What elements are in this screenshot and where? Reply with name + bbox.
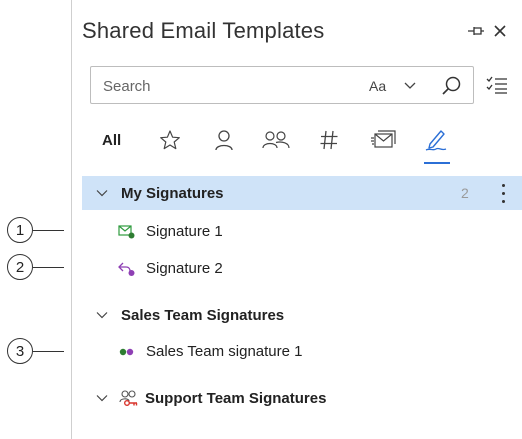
list-item-label: Signature 2 — [146, 259, 223, 277]
more-dot — [501, 191, 505, 195]
chevron-down-icon[interactable] — [403, 78, 417, 92]
tab-templates[interactable] — [370, 122, 396, 158]
checklist-icon — [486, 76, 507, 94]
pane-title: Shared Email Templates — [82, 18, 325, 43]
category-tabs: All — [90, 122, 470, 164]
tab-favorites[interactable] — [158, 122, 182, 158]
hashtag-icon — [320, 130, 338, 150]
signature-icon — [425, 130, 447, 151]
match-case-toggle[interactable]: Aa — [369, 78, 386, 94]
search-options-button[interactable] — [484, 72, 510, 98]
search-icon[interactable] — [441, 75, 463, 97]
group-count: 2 — [461, 185, 469, 201]
more-options-button[interactable] — [496, 181, 510, 205]
chevron-down-icon[interactable] — [96, 309, 108, 321]
search-box: Aa — [90, 66, 474, 104]
template-icon — [371, 130, 396, 148]
list-item-label: Sales Team signature 1 — [146, 342, 303, 360]
tab-my-templates[interactable] — [212, 122, 236, 158]
people-icon — [262, 131, 290, 149]
tab-signatures[interactable] — [424, 122, 450, 158]
list-item-signature-1[interactable]: Signature 1 — [82, 214, 522, 248]
group-my-signatures[interactable]: My Signatures 2 — [82, 176, 522, 210]
callout-marker: 1 — [7, 217, 33, 243]
group-support-team-signatures[interactable]: Support Team Signatures — [82, 381, 522, 415]
callout-marker: 3 — [7, 338, 33, 364]
group-label: Sales Team Signatures — [121, 306, 285, 324]
tab-macros[interactable] — [318, 122, 340, 158]
pin-icon — [468, 27, 484, 35]
reply-signature-icon — [118, 262, 135, 276]
group-label: Support Team Signatures — [145, 389, 327, 407]
callout-marker: 2 — [7, 254, 33, 280]
pin-button[interactable] — [466, 19, 486, 43]
group-label: My Signatures — [121, 184, 224, 202]
more-dot — [501, 183, 505, 187]
shared-team-key-icon — [119, 390, 138, 406]
more-dot — [501, 199, 505, 203]
callout-leader-line — [33, 230, 64, 231]
person-icon — [215, 130, 233, 151]
list-item-signature-2[interactable]: Signature 2 — [82, 251, 522, 285]
chevron-down-icon[interactable] — [96, 187, 108, 199]
tab-team-templates[interactable] — [262, 122, 290, 158]
tab-all[interactable]: All — [102, 122, 121, 158]
list-item-label: Signature 1 — [146, 222, 223, 240]
search-input[interactable] — [103, 75, 353, 97]
list-item-sales-team-signature-1[interactable]: Sales Team signature 1 — [82, 334, 522, 368]
pane-left-border — [71, 0, 72, 439]
team-dots-icon — [119, 348, 134, 356]
close-icon — [494, 25, 506, 37]
group-sales-team-signatures[interactable]: Sales Team Signatures — [82, 298, 522, 332]
callout-leader-line — [33, 351, 64, 352]
callout-leader-line — [33, 267, 64, 268]
star-icon — [160, 130, 180, 150]
close-button[interactable] — [490, 19, 510, 43]
email-signature-icon — [118, 225, 135, 239]
active-tab-indicator — [424, 162, 450, 164]
chevron-down-icon[interactable] — [96, 392, 108, 404]
